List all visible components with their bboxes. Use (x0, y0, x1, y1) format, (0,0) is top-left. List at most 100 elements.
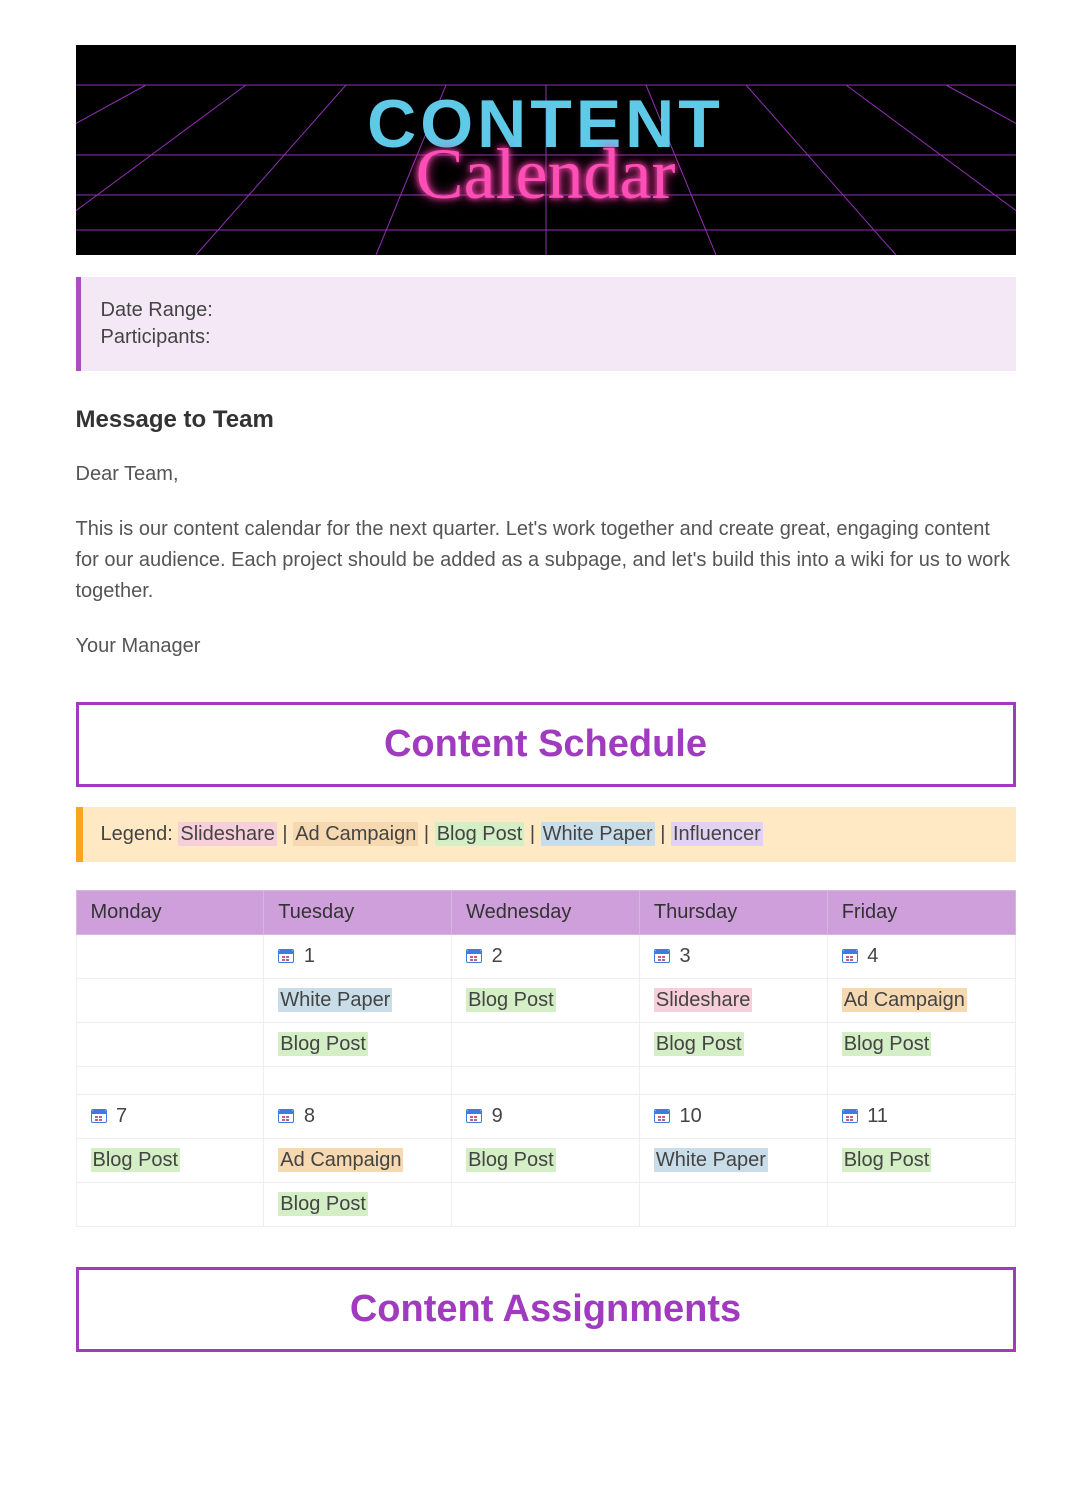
date-cell: 10 (639, 1095, 827, 1139)
message-body: This is our content calendar for the nex… (76, 514, 1016, 607)
content-row: White Paper Blog Post Slideshare Ad Campaig… (76, 979, 1015, 1023)
date-cell: 1 (264, 935, 452, 979)
date-number: 3 (674, 945, 691, 967)
legend-sep: | (655, 823, 671, 845)
date-number: 4 (862, 945, 879, 967)
content-cell: Blog Post (827, 1139, 1015, 1183)
calendar-icon (466, 1109, 482, 1123)
date-row: 1 2 3 4 (76, 935, 1015, 979)
content-cell: Blog Post (452, 1139, 640, 1183)
content-row: Blog Post (76, 1183, 1015, 1227)
date-cell: 4 (827, 935, 1015, 979)
content-tag: White Paper (278, 988, 392, 1012)
message-signoff: Your Manager (76, 631, 1016, 662)
content-tag: Blog Post (466, 988, 556, 1012)
content-row: Blog Post Ad Campaign Blog Post White Paper… (76, 1139, 1015, 1183)
legend-influencer: Influencer (671, 822, 763, 846)
date-cell: 7 (76, 1095, 264, 1139)
date-cell (76, 935, 264, 979)
content-cell: Ad Campaign (264, 1139, 452, 1183)
day-header: Tuesday (264, 891, 452, 935)
calendar-icon (654, 1109, 670, 1123)
content-cell: Blog Post (264, 1183, 452, 1227)
meta-box: Date Range: Participants: (76, 277, 1016, 371)
spacer-row (76, 1067, 1015, 1095)
legend-slideshare: Slideshare (178, 822, 277, 846)
legend-blogpost: Blog Post (435, 822, 525, 846)
content-tag: Blog Post (278, 1032, 368, 1056)
calendar-icon (842, 1109, 858, 1123)
content-cell (76, 1183, 264, 1227)
content-cell: Blog Post (452, 979, 640, 1023)
schedule-header: Content Schedule (79, 723, 1013, 766)
legend-label: Legend: (101, 823, 173, 845)
message-greeting: Dear Team, (76, 459, 1016, 490)
date-number: 7 (111, 1105, 128, 1127)
spacer-cell (452, 1067, 640, 1095)
content-tag: Blog Post (654, 1032, 744, 1056)
content-cell (452, 1023, 640, 1067)
spacer-cell (639, 1067, 827, 1095)
content-cell: Blog Post (827, 1023, 1015, 1067)
content-cell: Ad Campaign (827, 979, 1015, 1023)
spacer-cell (76, 1067, 264, 1095)
date-cell: 2 (452, 935, 640, 979)
date-number: 8 (298, 1105, 315, 1127)
content-cell: Blog Post (76, 1139, 264, 1183)
date-row: 7 8 9 10 11 (76, 1095, 1015, 1139)
day-header: Friday (827, 891, 1015, 935)
calendar-icon (842, 949, 858, 963)
date-number: 1 (298, 945, 315, 967)
schedule-header-box: Content Schedule (76, 702, 1016, 787)
content-cell (639, 1183, 827, 1227)
legend-sep: | (524, 823, 540, 845)
calendar-icon (91, 1109, 107, 1123)
schedule-header-row: Monday Tuesday Wednesday Thursday Friday (76, 891, 1015, 935)
date-range-label: Date Range: (101, 299, 996, 322)
date-number: 11 (862, 1105, 888, 1127)
schedule-table: Monday Tuesday Wednesday Thursday Friday… (76, 890, 1016, 1227)
date-cell: 8 (264, 1095, 452, 1139)
legend-bar: Legend: Slideshare | Ad Campaign | Blog … (76, 807, 1016, 862)
hero-banner: CONTENT Calendar (76, 45, 1016, 255)
content-cell (76, 979, 264, 1023)
content-cell (452, 1183, 640, 1227)
content-tag: White Paper (654, 1148, 768, 1172)
date-number: 10 (674, 1105, 702, 1127)
content-tag: Blog Post (466, 1148, 556, 1172)
content-tag: Blog Post (278, 1192, 368, 1216)
date-number: 9 (486, 1105, 503, 1127)
assignments-header-box: Content Assignments (76, 1267, 1016, 1352)
document-page: { "banner": { "line1": "CONTENT", "line2… (76, 45, 1016, 1352)
content-tag: Blog Post (842, 1032, 932, 1056)
calendar-icon (654, 949, 670, 963)
legend-whitepaper: White Paper (541, 822, 655, 846)
banner-title-2: Calendar (416, 133, 676, 216)
date-cell: 9 (452, 1095, 640, 1139)
spacer-cell (264, 1067, 452, 1095)
participants-label: Participants: (101, 326, 996, 349)
content-tag: Blog Post (842, 1148, 932, 1172)
content-tag: Blog Post (91, 1148, 181, 1172)
day-header: Thursday (639, 891, 827, 935)
content-tag: Ad Campaign (278, 1148, 403, 1172)
content-cell: White Paper (264, 979, 452, 1023)
content-tag: Ad Campaign (842, 988, 967, 1012)
day-header: Wednesday (452, 891, 640, 935)
content-row: Blog Post Blog Post Blog Post (76, 1023, 1015, 1067)
day-header: Monday (76, 891, 264, 935)
calendar-icon (278, 1109, 294, 1123)
message-heading: Message to Team (76, 406, 1016, 434)
content-cell: Slideshare (639, 979, 827, 1023)
calendar-icon (466, 949, 482, 963)
date-number: 2 (486, 945, 503, 967)
spacer-cell (827, 1067, 1015, 1095)
content-tag: Slideshare (654, 988, 753, 1012)
content-cell: Blog Post (639, 1023, 827, 1067)
content-cell: White Paper (639, 1139, 827, 1183)
legend-sep: | (277, 823, 293, 845)
calendar-icon (278, 949, 294, 963)
content-cell (827, 1183, 1015, 1227)
date-cell: 3 (639, 935, 827, 979)
content-cell: Blog Post (264, 1023, 452, 1067)
